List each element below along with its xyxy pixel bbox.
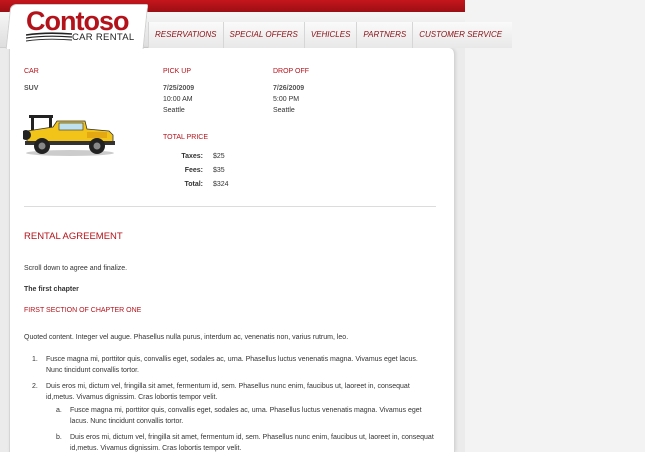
sub-list-letter: b.	[56, 434, 62, 441]
pickup-label: PICK UP	[163, 68, 192, 75]
total-price-label: TOTAL PRICE	[163, 134, 208, 141]
car-label: CAR	[24, 68, 39, 75]
scroll-instruction: Scroll down to agree and finalize.	[24, 265, 128, 272]
agreement-title: RENTAL AGREEMENT	[24, 231, 123, 242]
list-item: 2. Duis eros mi, dictum vel, fringilla s…	[24, 381, 436, 452]
list-text: Fusce magna mi, porttitor quis, convalli…	[46, 356, 418, 374]
pickup-time: 10:00 AM	[163, 96, 193, 103]
pickup-date: 7/25/2009	[163, 85, 195, 92]
price-value: $35	[213, 167, 225, 174]
sub-list-item: a. Fusce magna mi, porttitor quis, conva…	[46, 405, 436, 427]
content-panel: CAR SUV PICK UP 7/25/2009 10:00 AM Seatt…	[9, 48, 455, 452]
dropoff-city: Seattle	[273, 107, 295, 114]
list-item: 1. Fusce magna mi, porttitor quis, conva…	[24, 354, 436, 376]
jeep-image	[23, 115, 115, 156]
price-label: Fees:	[184, 167, 203, 174]
sub-list-text: Duis eros mi, dictum vel, fringilla sit …	[70, 434, 434, 452]
price-value: $25	[213, 153, 225, 160]
price-label: Taxes:	[181, 153, 203, 160]
car-type: SUV	[24, 85, 39, 92]
dropoff-label: DROP OFF	[273, 68, 310, 75]
quoted-content: Quoted content. Integer vel augue. Phase…	[24, 334, 349, 341]
nav-vehicles[interactable]: Vehicles	[303, 22, 357, 48]
sub-list-text: Fusce magna mi, porttitor quis, convalli…	[70, 407, 422, 425]
brand-subtitle: CAR RENTAL	[72, 32, 135, 43]
price-value: $324	[213, 181, 229, 188]
nav-special-offers[interactable]: Special Offers	[222, 22, 304, 48]
nav-customer-service[interactable]: Customer Service	[412, 22, 513, 48]
main-nav: Reservations Special Offers Vehicles Par…	[148, 22, 513, 48]
list-text: Duis eros mi, dictum vel, fringilla sit …	[46, 383, 410, 401]
chapter-title: The first chapter	[24, 286, 79, 293]
price-label: Total:	[184, 181, 203, 188]
section-title: FIRST SECTION OF CHAPTER ONE	[24, 307, 142, 314]
sub-list-letter: a.	[56, 407, 62, 414]
list-number: 2.	[32, 383, 38, 390]
nav-partners[interactable]: Partners	[356, 22, 413, 48]
list-number: 1.	[32, 356, 38, 363]
dropoff-date: 7/26/2009	[273, 85, 305, 92]
section-divider	[24, 206, 436, 207]
pickup-city: Seattle	[163, 107, 185, 114]
dropoff-time: 5:00 PM	[273, 96, 300, 103]
page-background-right	[465, 0, 645, 452]
sub-list-item: b. Duis eros mi, dictum vel, fringilla s…	[46, 432, 436, 452]
nav-reservations[interactable]: Reservations	[148, 22, 223, 48]
logo-swoosh-icon	[26, 32, 72, 42]
agreement-list: 1. Fusce magna mi, porttitor quis, conva…	[24, 354, 436, 452]
